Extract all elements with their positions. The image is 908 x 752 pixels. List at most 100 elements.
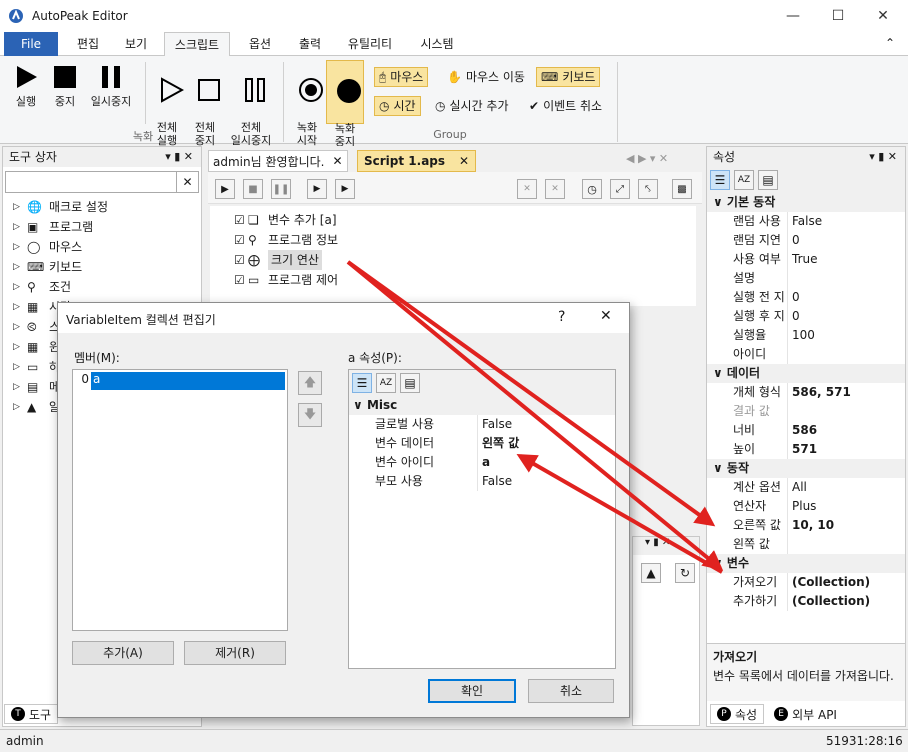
tab-system[interactable]: 시스템 xyxy=(410,32,464,56)
refresh-icon[interactable]: ↻ xyxy=(675,563,695,583)
collapse-icon[interactable]: ∨ xyxy=(353,398,363,412)
script-timer-button[interactable]: ◷ xyxy=(582,179,602,199)
mouse-move-toggle[interactable]: ✋ 마우스 이동 xyxy=(442,67,530,87)
property-category[interactable]: ∨ 변수 xyxy=(707,554,905,573)
alphabetical-icon[interactable]: AZ xyxy=(734,170,754,190)
script-item-program-info[interactable]: ☑ ⚲ 프로그램 정보 xyxy=(234,230,338,250)
collapse-icon[interactable]: ∨ xyxy=(713,461,727,475)
property-row[interactable]: 실행율 100 xyxy=(707,326,905,345)
tree-item-condition[interactable]: ▷ ⚲ 조건 xyxy=(13,277,201,297)
doc-tab-welcome[interactable]: admin님 환영합니다. ✕ xyxy=(208,150,348,172)
property-row[interactable]: 오른쪽 값 10, 10 xyxy=(707,516,905,535)
property-category[interactable]: ∨ 기본 동작 xyxy=(707,193,905,212)
mouse-toggle[interactable]: 🖰 마우스 xyxy=(374,67,429,87)
property-row[interactable]: 추가하기 (Collection) xyxy=(707,592,905,611)
property-row[interactable]: 왼쪽 값 xyxy=(707,535,905,554)
dialog-category-misc[interactable]: ∨ Misc xyxy=(349,396,615,415)
toolbox-search-input[interactable]: ✕ xyxy=(5,171,199,193)
script-item-variable-add[interactable]: ☑ ❏ 변수 추가 [a] xyxy=(234,210,337,230)
alphabetical-icon[interactable]: AZ xyxy=(376,373,396,393)
tab-scroll-icons[interactable]: ◀ ▶ ▾ ✕ xyxy=(626,152,668,165)
tree-item-keyboard[interactable]: ▷ ⌨ 키보드 xyxy=(13,257,201,277)
script-item-size-calc[interactable]: ☑ ⨁ 크기 연산 xyxy=(234,250,322,270)
collapse-icon[interactable]: ∨ xyxy=(713,195,727,209)
property-pages-icon[interactable]: ▤ xyxy=(758,170,778,190)
panel-controls-icon[interactable]: ▾ ▮ ✕ xyxy=(869,147,897,167)
dialog-prop-row[interactable]: 변수 데이터 왼쪽 값 xyxy=(349,434,615,453)
tab-edit[interactable]: 편집 xyxy=(66,32,110,56)
checkbox-checked-icon[interactable]: ☑ xyxy=(234,230,248,250)
maximize-button[interactable]: ☐ xyxy=(815,0,861,32)
tab-file[interactable]: File xyxy=(4,32,58,56)
script-clear-button[interactable]: ✕ xyxy=(545,179,565,199)
collapse-icon[interactable]: ∨ xyxy=(713,366,727,380)
checkbox-checked-icon[interactable]: ☑ xyxy=(234,250,248,270)
collapse-icon[interactable]: ∨ xyxy=(713,556,727,570)
property-row[interactable]: 아이디 xyxy=(707,345,905,364)
member-item[interactable]: 0 a xyxy=(75,372,285,390)
stop-button[interactable]: 중지 xyxy=(48,64,82,108)
tab-properties[interactable]: P 속성 xyxy=(710,704,765,724)
cancel-button[interactable]: 취소 xyxy=(528,679,614,703)
ok-button[interactable]: 확인 xyxy=(428,679,516,703)
close-tab-icon[interactable]: ✕ xyxy=(332,154,342,168)
script-run-button[interactable]: ▶ xyxy=(215,179,235,199)
dialog-prop-row[interactable]: 부모 사용 False xyxy=(349,472,615,491)
property-row[interactable]: 실행 후 지0 xyxy=(707,307,905,326)
realtime-add-toggle[interactable]: ◷ 실시간 추가 xyxy=(430,96,514,116)
script-collapse-button[interactable]: ⤣ xyxy=(638,179,658,199)
property-row[interactable]: 너비 586 xyxy=(707,421,905,440)
script-pause-button[interactable]: ❚❚ xyxy=(271,179,291,199)
record-stop-button[interactable]: 녹화 중지 xyxy=(326,60,364,148)
script-disable-button[interactable]: ✕ xyxy=(517,179,537,199)
tab-options[interactable]: 옵션 xyxy=(238,32,282,56)
remove-button[interactable]: 제거(R) xyxy=(184,641,286,665)
property-row[interactable]: 연산자 Plus xyxy=(707,497,905,516)
close-tab-icon[interactable]: ✕ xyxy=(459,154,469,168)
categorized-icon[interactable]: ☰ xyxy=(710,170,730,190)
property-row[interactable]: 높이 571 xyxy=(707,440,905,459)
run-button[interactable]: 실행 xyxy=(8,64,44,108)
dialog-close-button[interactable]: ✕ xyxy=(600,308,612,324)
collapse-ribbon-icon[interactable]: ⌃ xyxy=(885,36,895,50)
script-stop-button[interactable]: ■ xyxy=(243,179,263,199)
property-row[interactable]: 계산 옵션 All xyxy=(707,478,905,497)
fill-icon[interactable]: ▲ xyxy=(641,563,661,583)
property-row[interactable]: 가져오기 (Collection) xyxy=(707,573,905,592)
tree-item-mouse[interactable]: ▷ ◯ 마우스 xyxy=(13,237,201,257)
script-step-button[interactable]: ▶ xyxy=(307,179,327,199)
help-button[interactable]: ? xyxy=(558,309,565,325)
property-row[interactable]: 결과 값 xyxy=(707,402,905,421)
tree-item-program[interactable]: ▷ ▣ 프로그램 xyxy=(13,217,201,237)
script-item-program-control[interactable]: ☑ ▭ 프로그램 제어 xyxy=(234,270,338,290)
toolbox-bottom-tab[interactable]: T 도구 xyxy=(4,704,59,724)
keyboard-toggle[interactable]: ⌨ 키보드 xyxy=(536,67,601,87)
tab-output[interactable]: 출력 xyxy=(288,32,332,56)
minimize-button[interactable]: — xyxy=(770,0,816,32)
members-list[interactable]: 0 a xyxy=(72,369,288,631)
script-expand-button[interactable]: ⤢ xyxy=(610,179,630,199)
property-row[interactable]: 개체 형식 586, 571 xyxy=(707,383,905,402)
property-pages-icon[interactable]: ▤ xyxy=(400,373,420,393)
dialog-prop-row[interactable]: 변수 아이디 a xyxy=(349,453,615,472)
property-category[interactable]: ∨ 동작 xyxy=(707,459,905,478)
add-button[interactable]: 추가(A) xyxy=(72,641,174,665)
output-panel-controls[interactable]: ▾ ▮ ✕ xyxy=(633,537,699,555)
property-row[interactable]: 랜덤 지연 0 xyxy=(707,231,905,250)
dialog-prop-row[interactable]: 글로벌 사용 False xyxy=(349,415,615,434)
tab-script[interactable]: 스크립트 xyxy=(164,32,230,57)
categorized-icon[interactable]: ☰ xyxy=(352,373,372,393)
close-window-button[interactable]: ✕ xyxy=(860,0,906,32)
move-up-button[interactable]: 🡅 xyxy=(298,371,322,395)
property-row[interactable]: 설명 xyxy=(707,269,905,288)
pause-button[interactable]: 일시중지 xyxy=(86,64,136,108)
panel-controls-icon[interactable]: ▾ ▮ ✕ xyxy=(165,147,193,167)
checkbox-checked-icon[interactable]: ☑ xyxy=(234,210,248,230)
move-down-button[interactable]: 🡇 xyxy=(298,403,322,427)
tab-utility[interactable]: 유틸리티 xyxy=(338,32,402,56)
checkbox-checked-icon[interactable]: ☑ xyxy=(234,270,248,290)
tree-item-macro-settings[interactable]: ▷ 🌐 매크로 설정 xyxy=(13,197,201,217)
property-row[interactable]: 랜덤 사용 False xyxy=(707,212,905,231)
clear-search-icon[interactable]: ✕ xyxy=(176,172,198,192)
event-cancel-button[interactable]: ✔ 이벤트 취소 xyxy=(524,96,607,116)
